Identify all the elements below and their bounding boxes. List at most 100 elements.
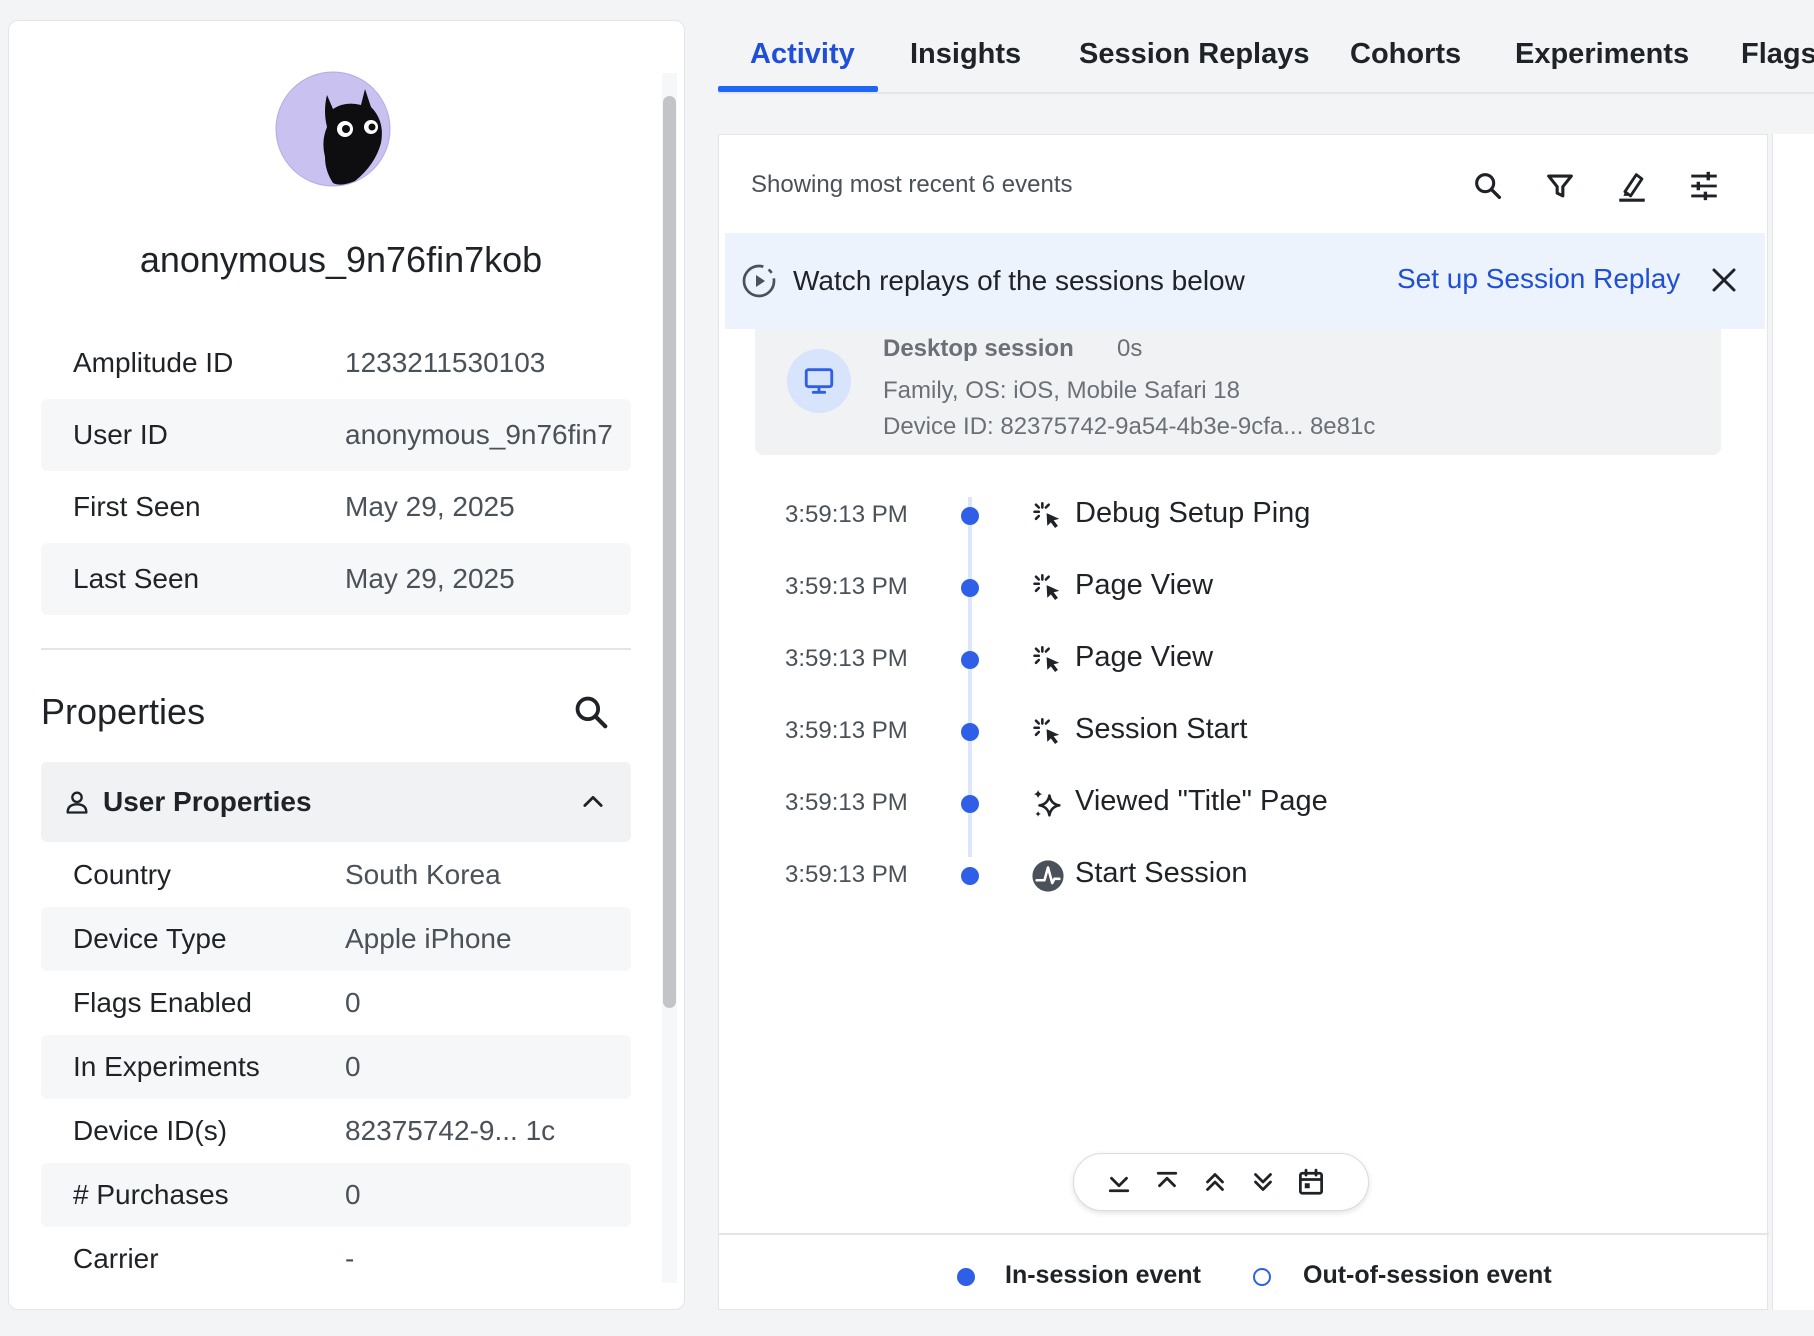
chevron-up-icon[interactable] <box>579 788 607 816</box>
user-info-table: Amplitude ID 1233211530103 User ID anony… <box>41 327 631 615</box>
scroll-to-top-icon[interactable] <box>1152 1167 1182 1197</box>
profile-tabs: Activity Insights Session Replays Cohort… <box>718 0 1814 94</box>
info-row-user-id: User ID anonymous_9n76fin7 <box>41 399 631 471</box>
in-session-dot <box>961 867 979 885</box>
event-time: 3:59:13 PM <box>785 789 908 816</box>
tab-flags[interactable]: Flags <box>1741 38 1814 71</box>
property-key: Country <box>73 859 172 890</box>
tab-experiments[interactable]: Experiments <box>1515 38 1689 71</box>
tab-cohorts[interactable]: Cohorts <box>1350 38 1461 71</box>
previous-session-icon[interactable] <box>1200 1167 1230 1197</box>
property-key: In Experiments <box>73 1051 260 1082</box>
in-session-dot <box>961 795 979 813</box>
property-row: # Purchases 0 <box>41 1163 631 1227</box>
replay-play-icon <box>742 264 776 298</box>
in-session-legend-dot <box>957 1268 975 1286</box>
info-key: Last Seen <box>73 563 200 594</box>
event-name[interactable]: Session Start <box>1075 713 1247 746</box>
person-icon <box>66 791 88 814</box>
sparkle-cursor-icon <box>1033 573 1060 601</box>
event-row[interactable]: 3:59:13 PM Start Session <box>719 851 1759 901</box>
timeline-navigation <box>1073 1153 1369 1211</box>
property-row: Flags Enabled 0 <box>41 971 631 1035</box>
profile-scrollbar[interactable] <box>662 73 677 1283</box>
highlighter-icon[interactable] <box>1615 169 1649 203</box>
next-session-icon[interactable] <box>1248 1167 1278 1197</box>
scroll-to-bottom-icon[interactable] <box>1104 1167 1134 1197</box>
info-key: First Seen <box>73 491 201 522</box>
info-row-first-seen: First Seen May 29, 2025 <box>41 471 631 543</box>
event-name[interactable]: Start Session <box>1075 857 1247 890</box>
property-value: 0 <box>345 1051 361 1082</box>
info-key: Amplitude ID <box>73 347 234 378</box>
in-session-dot <box>961 507 979 525</box>
in-session-dot <box>961 651 979 669</box>
scrollbar-thumb[interactable] <box>663 96 676 1008</box>
info-value[interactable]: anonymous_9n76fin7 <box>345 419 613 451</box>
event-row[interactable]: 3:59:13 PM Session Start <box>719 707 1759 757</box>
out-session-legend-dot <box>1253 1268 1271 1286</box>
group-label: User Properties <box>103 786 312 817</box>
banner-text: Watch replays of the sessions below <box>793 265 1245 296</box>
close-icon[interactable] <box>1709 265 1739 295</box>
active-tab-indicator <box>718 86 878 92</box>
property-value: Apple iPhone <box>345 923 512 954</box>
info-value: May 29, 2025 <box>345 563 515 594</box>
out-session-legend-label: Out-of-session event <box>1303 1261 1552 1289</box>
property-value: - <box>345 1243 355 1274</box>
calendar-icon[interactable] <box>1296 1167 1326 1197</box>
sparkle-cursor-icon <box>1033 501 1060 529</box>
event-time: 3:59:13 PM <box>785 573 908 600</box>
user-properties-toggle[interactable]: User Properties <box>41 762 631 842</box>
session-title: Desktop session <box>883 335 1074 362</box>
event-time: 3:59:13 PM <box>785 717 908 744</box>
sparkle-cursor-icon <box>1033 645 1060 673</box>
property-value: 0 <box>345 987 361 1018</box>
sparkle-cursor-icon <box>1033 717 1060 745</box>
property-row: Device Type Apple iPhone <box>41 907 631 971</box>
section-divider <box>41 648 631 650</box>
property-value: 0 <box>345 1179 361 1210</box>
session-card[interactable]: Desktop session 0s Family, OS: iOS, Mobi… <box>755 329 1721 455</box>
activity-panel: Showing most recent 6 events Watch repla… <box>718 134 1769 1310</box>
event-time: 3:59:13 PM <box>785 645 908 672</box>
session-replay-banner: Watch replays of the sessions below Set … <box>725 233 1765 329</box>
event-row[interactable]: 3:59:13 PM Page View <box>719 635 1759 685</box>
property-key: Flags Enabled <box>73 987 253 1018</box>
setup-session-replay-link[interactable]: Set up Session Replay <box>1397 263 1680 295</box>
property-key: Device ID(s) <box>73 1115 228 1146</box>
event-name[interactable]: Viewed "Title" Page <box>1075 785 1328 818</box>
avatar <box>275 71 391 187</box>
property-row: In Experiments 0 <box>41 1035 631 1099</box>
property-key: Carrier <box>73 1243 159 1274</box>
session-os: Family, OS: iOS, Mobile Safari 18 <box>883 377 1240 404</box>
property-key: # Purchases <box>73 1179 229 1210</box>
sliders-icon[interactable] <box>1687 169 1721 203</box>
event-row[interactable]: 3:59:13 PM Debug Setup Ping <box>719 491 1759 541</box>
property-row: Country South Korea <box>41 843 631 907</box>
amplitude-logo-icon <box>1032 860 1064 892</box>
info-row-last-seen: Last Seen May 29, 2025 <box>41 543 631 615</box>
search-icon[interactable] <box>1471 169 1505 203</box>
info-value[interactable]: 1233211530103 <box>345 347 545 379</box>
event-name[interactable]: Page View <box>1075 641 1213 674</box>
sparkles-icon <box>1033 789 1061 817</box>
info-row-amplitude-id: Amplitude ID 1233211530103 <box>41 327 631 399</box>
tab-session-replays[interactable]: Session Replays <box>1079 38 1310 71</box>
event-name[interactable]: Debug Setup Ping <box>1075 497 1310 530</box>
tab-insights[interactable]: Insights <box>910 38 1021 71</box>
event-name[interactable]: Page View <box>1075 569 1213 602</box>
event-row[interactable]: 3:59:13 PM Page View <box>719 563 1759 613</box>
user-profile-panel: anonymous_9n76fin7kob Amplitude ID 12332… <box>8 20 685 1310</box>
property-value: South Korea <box>345 859 501 890</box>
tab-activity[interactable]: Activity <box>750 38 855 71</box>
user-properties-table: Country South Korea Device Type Apple iP… <box>41 843 631 1291</box>
event-row[interactable]: 3:59:13 PM Viewed "Title" Page <box>719 779 1759 829</box>
property-value[interactable]: 82375742-9... 1c <box>345 1115 555 1147</box>
filter-icon[interactable] <box>1543 169 1577 203</box>
property-row: Carrier - <box>41 1227 631 1291</box>
user-name: anonymous_9n76fin7kob <box>139 239 543 280</box>
in-session-dot <box>961 723 979 741</box>
search-icon[interactable] <box>572 693 610 731</box>
session-duration: 0s <box>1117 335 1143 362</box>
